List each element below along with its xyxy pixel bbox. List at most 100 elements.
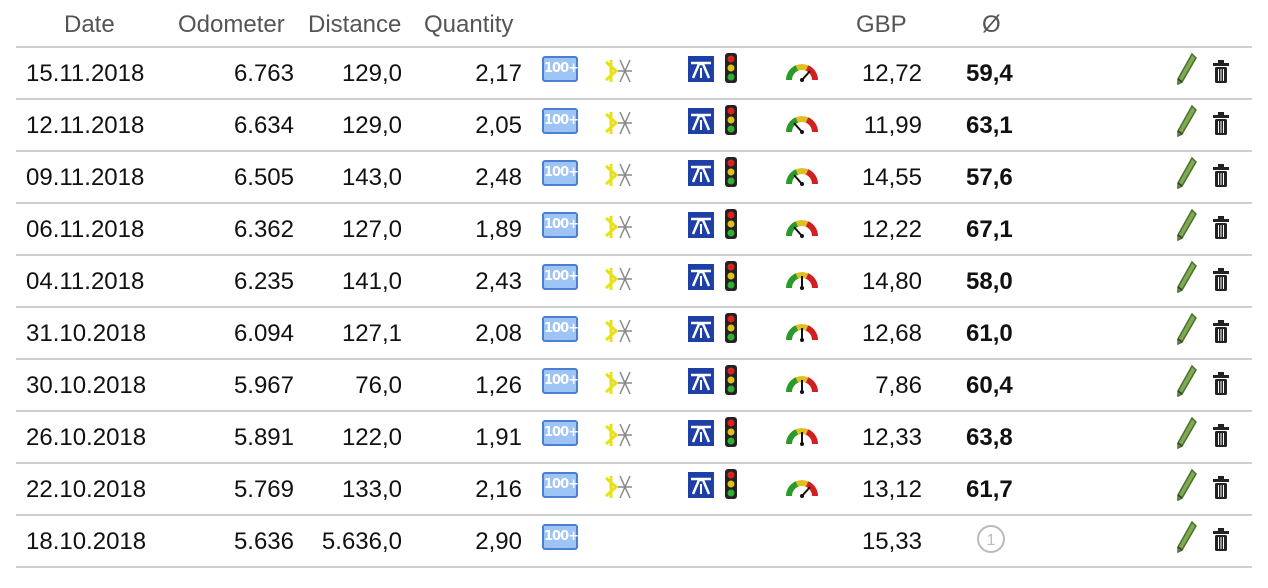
table-row[interactable]: 22.10.2018 5.769 133,0 2,16 100+ 13,12 61,7 [16, 464, 1252, 516]
odometer-cell: 6.235 [233, 268, 294, 295]
trash-delete-icon[interactable] [1212, 320, 1230, 344]
trash-delete-icon[interactable] [1212, 216, 1230, 240]
fuel-type-100-icon: 100+ [542, 316, 579, 342]
quantity-cell: 2,17 [475, 60, 522, 87]
table-row[interactable]: 12.11.2018 6.634 129,0 2,05 100+ 11,99 63,1 [16, 100, 1252, 152]
first-entry-number: 1 [987, 532, 996, 549]
pencil-edit-icon[interactable] [1176, 312, 1198, 346]
trash-delete-icon[interactable] [1212, 112, 1230, 136]
traffic-light-icon [724, 468, 738, 500]
motorway-icon [688, 212, 714, 238]
date-cell: 31.10.2018 [26, 320, 147, 347]
quantity-cell: 1,26 [475, 372, 522, 399]
odometer-cell: 6.634 [233, 112, 294, 139]
table-row[interactable]: 15.11.2018 6.763 129,0 2,17 100+ 12,72 59,4 [16, 48, 1252, 100]
motorway-icon [688, 368, 714, 394]
average-cell: 61,7 [966, 476, 1013, 503]
pencil-edit-icon[interactable] [1176, 260, 1198, 294]
table-row[interactable]: 26.10.2018 5.891 122,0 1,91 100+ 12,33 63,8 [16, 412, 1252, 464]
header-currency[interactable]: GBP [856, 0, 907, 48]
pencil-edit-icon[interactable] [1176, 520, 1198, 554]
table-row[interactable]: 30.10.2018 5.967 76,0 1,26 100+ 7,86 60,4 [16, 360, 1252, 412]
odometer-cell: 5.769 [233, 476, 294, 503]
pencil-edit-icon[interactable] [1176, 104, 1198, 138]
trash-delete-icon[interactable] [1212, 268, 1230, 292]
table-row[interactable]: 31.10.2018 6.094 127,1 2,08 100+ 12,68 61,0 [16, 308, 1252, 360]
cost-cell: 12,33 [861, 424, 922, 451]
distance-cell: 76,0 [355, 372, 402, 399]
fuel-type-100-icon: 100+ [542, 524, 579, 550]
air-conditioning-icon [602, 264, 634, 294]
date-cell: 18.10.2018 [26, 528, 147, 555]
odometer-cell: 6.362 [233, 216, 294, 243]
motorway-icon [688, 420, 714, 446]
quantity-cell: 2,48 [475, 164, 522, 191]
cost-cell: 12,72 [861, 60, 922, 87]
quantity-cell: 2,08 [475, 320, 522, 347]
distance-cell: 133,0 [341, 476, 402, 503]
motorway-icon [688, 316, 714, 342]
air-conditioning-icon [602, 160, 634, 190]
distance-cell: 5.636,0 [321, 528, 402, 555]
odometer-cell: 6.763 [233, 60, 294, 87]
air-conditioning-icon [602, 316, 634, 346]
average-cell: 58,0 [966, 268, 1013, 295]
traffic-light-icon [724, 416, 738, 448]
driving-style-gauge-icon [786, 426, 818, 446]
average-cell: 63,1 [966, 112, 1013, 139]
date-cell: 15.11.2018 [26, 60, 145, 87]
distance-cell: 129,0 [341, 112, 402, 139]
fuel-type-100-icon: 100+ [542, 108, 579, 134]
air-conditioning-icon [602, 212, 634, 242]
distance-cell: 127,1 [341, 320, 402, 347]
date-cell: 09.11.2018 [26, 164, 145, 191]
driving-style-gauge-icon [786, 114, 818, 134]
pencil-edit-icon[interactable] [1176, 468, 1198, 502]
driving-style-gauge-icon [786, 166, 818, 186]
table-row[interactable]: 18.10.2018 5.636 5.636,0 2,90 100+ 15,33 1 [16, 516, 1252, 568]
trash-delete-icon[interactable] [1212, 372, 1230, 396]
pencil-edit-icon[interactable] [1176, 208, 1198, 242]
trash-delete-icon[interactable] [1212, 476, 1230, 500]
date-cell: 26.10.2018 [26, 424, 147, 451]
pencil-edit-icon[interactable] [1176, 52, 1198, 86]
distance-cell: 141,0 [341, 268, 402, 295]
header-average[interactable]: Ø [982, 0, 1001, 48]
quantity-cell: 2,16 [475, 476, 522, 503]
pencil-edit-icon[interactable] [1176, 364, 1198, 398]
distance-cell: 143,0 [341, 164, 402, 191]
driving-style-gauge-icon [786, 218, 818, 238]
motorway-icon [688, 56, 714, 82]
fuel-type-100-icon: 100+ [542, 212, 579, 238]
header-quantity[interactable]: Quantity [424, 0, 513, 48]
motorway-icon [688, 264, 714, 290]
air-conditioning-icon [602, 472, 634, 502]
table-row[interactable]: 09.11.2018 6.505 143,0 2,48 100+ 14,55 57,6 [16, 152, 1252, 204]
pencil-edit-icon[interactable] [1176, 416, 1198, 450]
pencil-edit-icon[interactable] [1176, 156, 1198, 190]
cost-cell: 12,68 [861, 320, 922, 347]
average-cell: 60,4 [966, 372, 1013, 399]
quantity-cell: 2,43 [475, 268, 522, 295]
trash-delete-icon[interactable] [1212, 424, 1230, 448]
fuel-type-100-icon: 100+ [542, 264, 579, 290]
fuel-type-100-icon: 100+ [542, 56, 579, 82]
fuel-type-100-icon: 100+ [542, 472, 579, 498]
table-row[interactable]: 04.11.2018 6.235 141,0 2,43 100+ 14,80 58,0 [16, 256, 1252, 308]
air-conditioning-icon [602, 368, 634, 398]
header-date[interactable]: Date [64, 0, 115, 48]
odometer-cell: 6.505 [233, 164, 294, 191]
motorway-icon [688, 472, 714, 498]
header-distance[interactable]: Distance [308, 0, 401, 48]
table-row[interactable]: 06.11.2018 6.362 127,0 1,89 100+ 12,22 67,1 [16, 204, 1252, 256]
trash-delete-icon[interactable] [1212, 528, 1230, 552]
trash-delete-icon[interactable] [1212, 164, 1230, 188]
cost-cell: 14,55 [861, 164, 922, 191]
odometer-cell: 6.094 [233, 320, 294, 347]
trash-delete-icon[interactable] [1212, 60, 1230, 84]
odometer-cell: 5.891 [233, 424, 294, 451]
fuel-log-table: Date Odometer Distance Quantity GBP Ø 15… [0, 0, 1268, 588]
header-odometer[interactable]: Odometer [178, 0, 285, 48]
air-conditioning-icon [602, 420, 634, 450]
average-cell: 57,6 [966, 164, 1013, 191]
